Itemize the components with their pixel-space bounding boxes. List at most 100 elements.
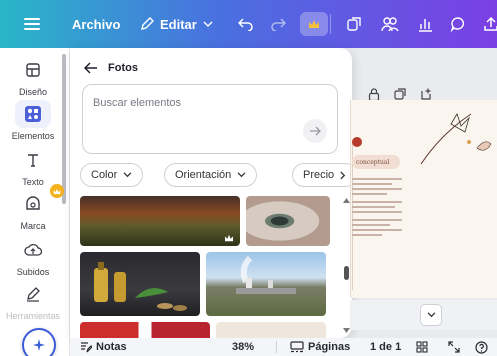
panel-scrollbar-thumb[interactable] xyxy=(344,266,349,280)
pages-icon xyxy=(290,341,304,353)
sidebar-item-label: Marca xyxy=(20,221,46,231)
left-sidebar: Diseño Elementos Texto Marca Subidos Her… xyxy=(0,48,70,356)
premium-button[interactable] xyxy=(300,12,328,36)
text-icon xyxy=(28,154,38,167)
photo-thumbnail-eye-closeup[interactable] xyxy=(246,196,330,246)
chevron-down-icon xyxy=(203,21,213,27)
lock-icon xyxy=(368,87,380,101)
photo-thumbnail-industrial-plant[interactable] xyxy=(206,252,326,316)
sidebar-item-label: Subidos xyxy=(16,267,50,277)
photo-thumbnail-flag[interactable] xyxy=(80,322,210,338)
edit-menu-button[interactable]: Editar xyxy=(140,0,213,48)
sidebar-item-elements[interactable]: Elementos xyxy=(0,100,66,141)
bottom-status-bar: Notas 38% Páginas 1 de 1 xyxy=(70,338,497,356)
menu-icon xyxy=(24,18,40,30)
filter-chip-label: Precio xyxy=(303,169,335,181)
page-options-dropdown[interactable] xyxy=(420,304,442,326)
back-arrow-icon[interactable] xyxy=(84,62,98,74)
sidebar-item-label: Diseño xyxy=(18,87,47,97)
status-divider xyxy=(276,341,277,353)
filter-chip-color[interactable]: Color xyxy=(80,163,144,187)
pen-icon xyxy=(27,287,40,302)
arrow-right-icon xyxy=(310,126,321,136)
resize-icon xyxy=(347,17,361,31)
share-button[interactable] xyxy=(478,0,497,48)
notes-icon xyxy=(81,342,92,353)
photo-thumbnail-bottles-and-coins[interactable] xyxy=(80,252,200,316)
photo-content xyxy=(236,255,296,294)
toolbar-divider xyxy=(330,14,331,34)
photo-thumbnail-light[interactable] xyxy=(216,322,326,338)
chevron-down-icon xyxy=(237,172,246,178)
filter-chip-orientation[interactable]: Orientación xyxy=(164,163,258,187)
premium-crown-icon xyxy=(50,184,64,198)
menu-button[interactable] xyxy=(18,0,46,48)
chevron-down-icon xyxy=(123,172,132,178)
panel-scrollbar[interactable] xyxy=(344,198,349,318)
search-submit-button[interactable] xyxy=(303,119,327,143)
canvas-title-text: conceptual xyxy=(356,158,390,166)
sidebar-item-uploads[interactable]: Subidos xyxy=(0,236,66,277)
crown-icon xyxy=(309,20,319,28)
canvas-illustration xyxy=(420,113,492,165)
grid-view-button[interactable] xyxy=(416,338,428,356)
sidebar-item-label: Herramientas xyxy=(5,311,61,321)
magic-button[interactable] xyxy=(22,328,56,356)
photo-thumbnail-autumn-forest[interactable] xyxy=(80,196,240,246)
search-input[interactable] xyxy=(93,93,313,113)
panel-title: Fotos xyxy=(108,62,138,74)
photos-panel: Fotos Color Orientación Precio xyxy=(70,48,352,338)
zoom-level[interactable]: 38% xyxy=(232,338,254,356)
undo-button[interactable] xyxy=(238,0,254,48)
sidebar-item-tools[interactable]: Herramientas xyxy=(0,280,66,321)
help-icon xyxy=(475,340,488,354)
edit-menu-label: Editar xyxy=(160,16,197,32)
insights-icon xyxy=(419,19,432,32)
scroll-up-icon[interactable] xyxy=(343,198,350,203)
search-box[interactable] xyxy=(82,84,338,154)
canvas-accent-dot xyxy=(352,137,362,147)
sidebar-item-text[interactable]: Texto xyxy=(0,146,66,187)
sidebar-item-label: Elementos xyxy=(11,131,55,141)
redo-button[interactable] xyxy=(270,0,286,48)
collaborators-button[interactable] xyxy=(377,0,403,48)
chevron-down-icon xyxy=(427,312,435,318)
notes-button[interactable]: Notas xyxy=(80,338,127,356)
sidebar-item-label: Texto xyxy=(22,177,44,187)
chevron-right-icon xyxy=(340,171,346,179)
premium-crown-icon xyxy=(225,234,233,242)
cloud-upload-icon xyxy=(24,243,42,256)
grid-icon xyxy=(416,341,428,353)
sidebar-item-design[interactable]: Diseño xyxy=(0,56,66,97)
collaborators-icon xyxy=(381,17,399,32)
layout-icon xyxy=(26,63,40,77)
panel-header: Fotos xyxy=(84,58,138,78)
filter-chip-label: Color xyxy=(91,169,118,181)
help-button[interactable] xyxy=(475,338,488,356)
brand-icon xyxy=(26,196,40,210)
redo-icon xyxy=(271,18,286,31)
comment-button[interactable] xyxy=(445,0,471,48)
magic-icon xyxy=(33,339,45,351)
add-page-icon xyxy=(421,88,431,100)
insights-button[interactable] xyxy=(412,0,438,48)
pages-button[interactable]: Páginas xyxy=(290,338,350,356)
page-counter: 1 de 1 xyxy=(370,338,401,356)
canvas-title-fragment: conceptual xyxy=(352,155,400,169)
comment-icon xyxy=(450,17,465,32)
expand-icon xyxy=(448,341,460,353)
file-menu-button[interactable]: Archivo xyxy=(72,0,120,48)
shapes-icon xyxy=(25,106,41,122)
filter-chip-price[interactable]: Precio xyxy=(292,163,352,187)
notes-label: Notas xyxy=(96,341,127,353)
scroll-down-icon[interactable] xyxy=(343,328,350,333)
filter-chip-label: Orientación xyxy=(175,169,232,181)
file-menu-label: Archivo xyxy=(72,16,121,32)
resize-button[interactable] xyxy=(341,0,367,48)
photo-content xyxy=(94,262,187,311)
top-toolbar: Archivo Editar xyxy=(0,0,497,48)
share-icon xyxy=(484,16,497,31)
duplicate-icon xyxy=(394,88,406,100)
pencil-icon xyxy=(141,17,154,30)
fullscreen-button[interactable] xyxy=(448,338,460,356)
